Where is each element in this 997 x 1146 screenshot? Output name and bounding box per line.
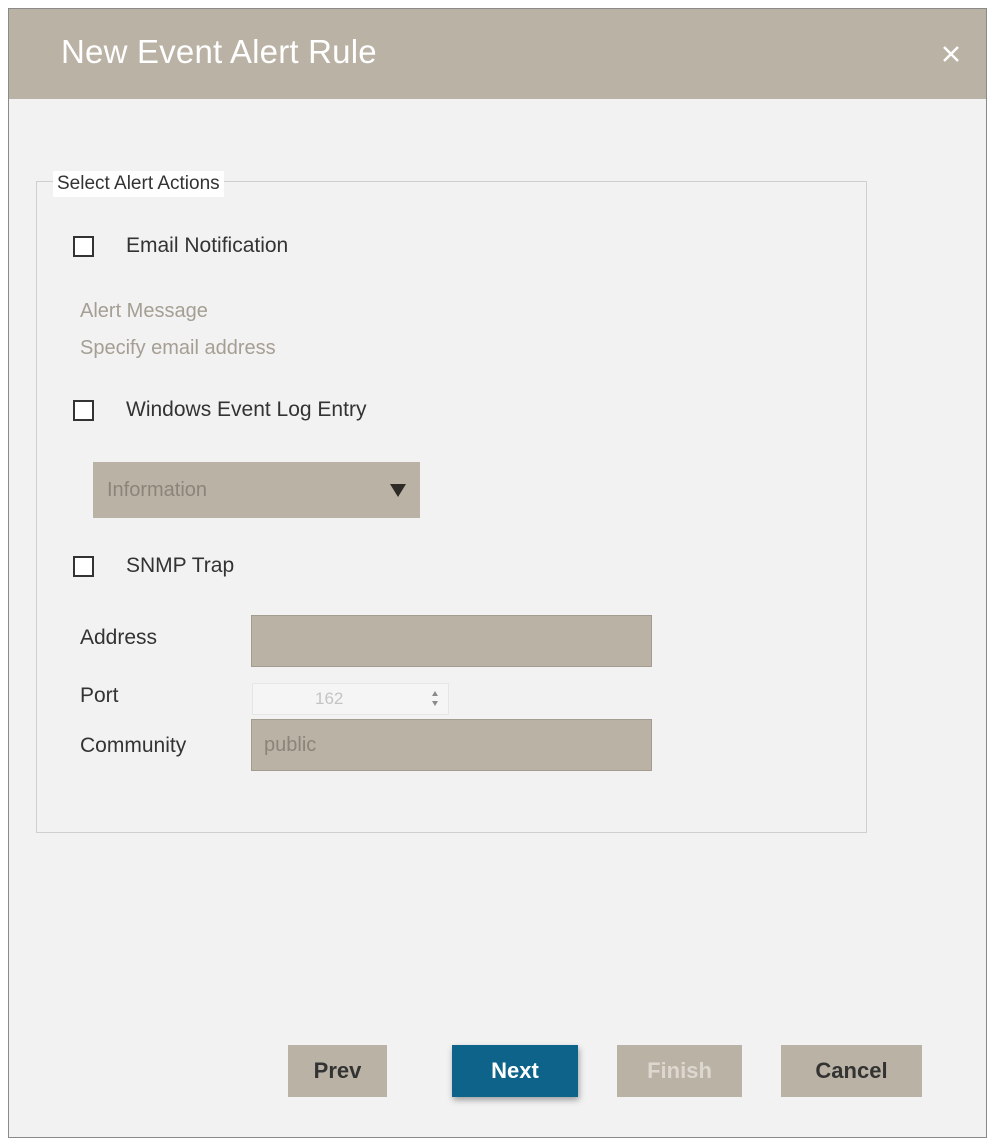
snmp-trap-option[interactable]: SNMP Trap (73, 554, 234, 578)
event-level-select[interactable]: Information (93, 462, 420, 518)
email-notification-label: Email Notification (126, 234, 289, 257)
port-label: Port (80, 684, 119, 707)
port-value: 162 (315, 689, 344, 708)
snmp-trap-checkbox[interactable] (73, 555, 94, 577)
dialog-titlebar: New Event Alert Rule (9, 9, 986, 99)
windows-event-log-checkbox[interactable] (73, 399, 94, 421)
address-label: Address (80, 626, 158, 649)
address-input[interactable] (251, 615, 652, 667)
cancel-button[interactable]: Cancel (781, 1045, 922, 1097)
snmp-trap-label: SNMP Trap (126, 554, 235, 577)
spin-down-icon[interactable] (432, 701, 438, 706)
email-notification-checkbox[interactable] (73, 235, 94, 257)
dropdown-arrow-icon (390, 484, 406, 497)
event-level-value: Information (107, 479, 208, 501)
alert-message-text: Alert Message (80, 300, 208, 322)
alert-actions-legend: Select Alert Actions (53, 171, 224, 197)
next-button[interactable]: Next (452, 1045, 578, 1097)
windows-event-log-option[interactable]: Windows Event Log Entry (73, 398, 366, 422)
community-input[interactable] (251, 719, 652, 771)
port-spin-buttons[interactable] (430, 688, 440, 710)
email-notification-option[interactable]: Email Notification (73, 234, 288, 258)
prev-button[interactable]: Prev (288, 1045, 387, 1097)
windows-event-log-label: Windows Event Log Entry (126, 398, 367, 421)
finish-button[interactable]: Finish (617, 1045, 742, 1097)
alert-actions-group: Select Alert Actions Email Notification … (36, 171, 867, 833)
new-event-alert-rule-dialog: New Event Alert Rule Select Alert Action… (8, 8, 987, 1138)
community-label: Community (80, 734, 187, 757)
dialog-title: New Event Alert Rule (61, 33, 377, 70)
spin-up-icon[interactable] (432, 691, 438, 696)
email-address-prompt: Specify email address (80, 337, 276, 359)
close-icon[interactable] (936, 39, 966, 69)
port-stepper[interactable]: 162 (252, 683, 449, 715)
